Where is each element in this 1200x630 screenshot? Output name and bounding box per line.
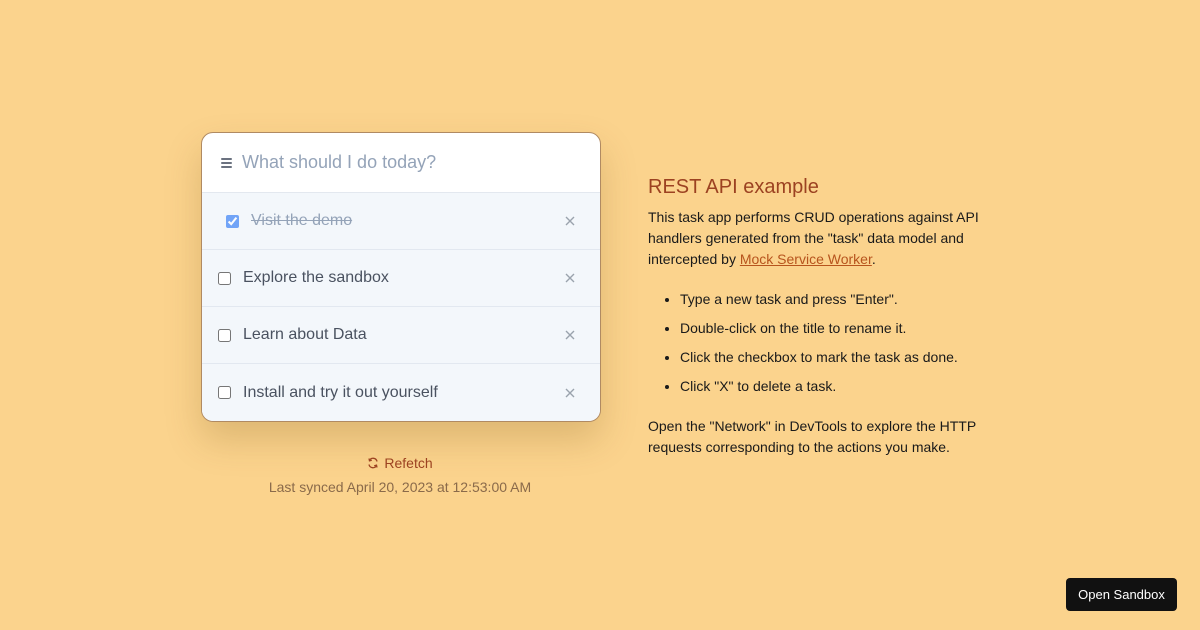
info-footer: Open the "Network" in DevTools to explor… [648,418,976,455]
task-title[interactable]: Visit the demo [251,212,562,230]
new-task-input[interactable] [242,152,584,173]
refetch-button[interactable]: Refetch [367,455,433,471]
info-intro: This task app performs CRUD operations a… [648,207,988,270]
new-task-header [202,133,600,193]
task-title[interactable]: Learn about Data [243,326,562,344]
task-checkbox[interactable] [218,271,231,285]
instructions-list: Type a new task and press "Enter". Doubl… [648,289,988,397]
menu-icon[interactable] [221,157,232,168]
refetch-label: Refetch [384,455,433,471]
instruction-item: Type a new task and press "Enter". [680,289,988,310]
msw-link[interactable]: Mock Service Worker [740,251,872,267]
refresh-icon [368,457,379,469]
task-title[interactable]: Explore the sandbox [243,269,562,287]
task-card: Visit the demo Explore the sandbox Learn… [201,132,601,422]
task-item[interactable]: Explore the sandbox [202,250,600,307]
close-icon[interactable] [562,213,578,229]
task-checkbox[interactable] [218,328,231,342]
info-panel: REST API example This task app performs … [648,176,988,458]
instruction-item: Click the checkbox to mark the task as d… [680,347,988,368]
close-icon[interactable] [562,327,578,343]
info-intro-end: . [871,251,876,267]
task-item[interactable]: Visit the demo [202,193,600,250]
last-synced-text: Last synced April 20, 2023 at 12:53:00 A… [268,479,532,495]
task-title[interactable]: Install and try it out yourself [243,384,562,402]
open-sandbox-button[interactable]: Open Sandbox [1066,578,1177,611]
task-item[interactable]: Learn about Data [202,307,600,364]
close-icon[interactable] [562,270,578,286]
task-item[interactable]: Install and try it out yourself [202,364,600,421]
instruction-item: Double-click on the title to rename it. [680,318,988,339]
instruction-item: Click "X" to delete a task. [680,376,988,397]
task-checkbox[interactable] [226,214,239,228]
info-title: REST API example [648,176,819,198]
close-icon[interactable] [562,385,578,401]
task-checkbox[interactable] [218,386,231,399]
